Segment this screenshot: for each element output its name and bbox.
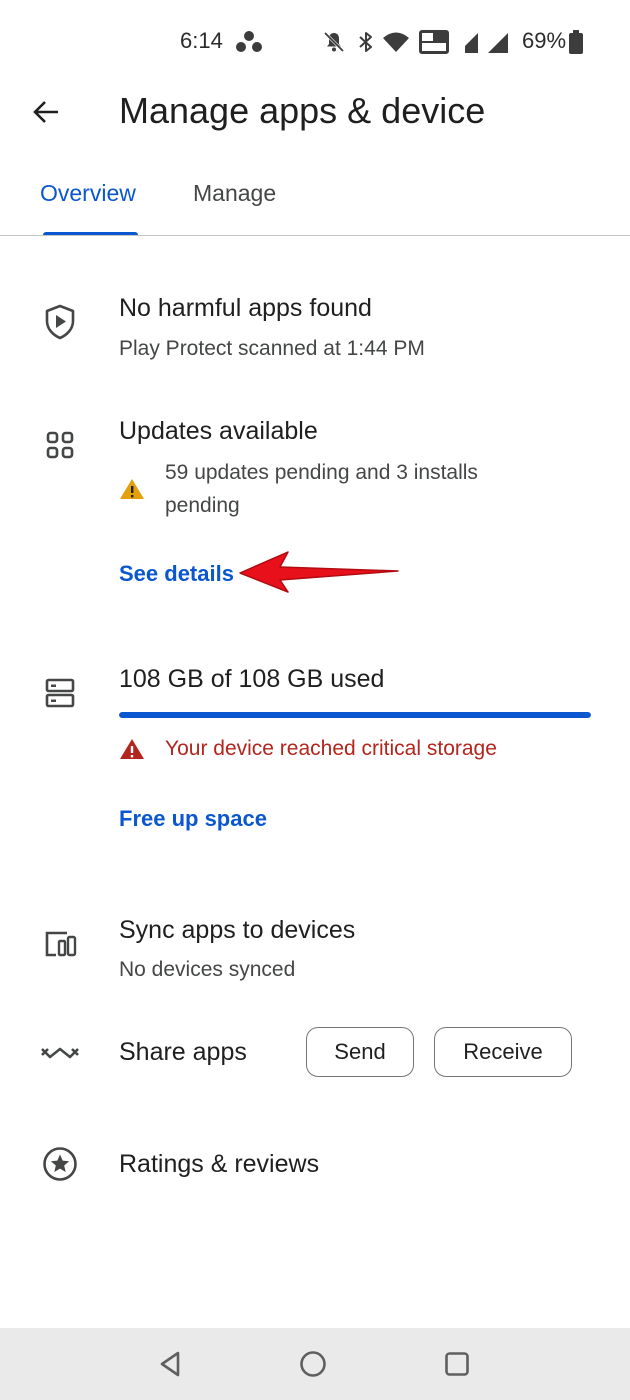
- battery-percent: 69%: [522, 28, 567, 53]
- status-time: 6:14: [180, 28, 223, 53]
- tab-divider: [0, 235, 630, 236]
- updates-warning-line1: 59 updates pending and 3 installs: [165, 461, 478, 484]
- nav-back-button[interactable]: [146, 1340, 194, 1388]
- battery-icon: [567, 29, 585, 55]
- see-details-link[interactable]: See details: [119, 561, 234, 587]
- star-circle-icon: [38, 1142, 82, 1186]
- receive-button[interactable]: Receive: [434, 1027, 572, 1077]
- triangle-back-icon: [160, 1351, 180, 1377]
- storage-progress-fill: [119, 712, 591, 718]
- storage-icon: [38, 671, 82, 715]
- nav-home-button[interactable]: [289, 1340, 337, 1388]
- storage-critical-message: Your device reached critical storage: [165, 737, 497, 760]
- updates-warning-line2: pending: [165, 494, 240, 517]
- bluetooth-icon: [356, 30, 376, 54]
- tab-manage[interactable]: Manage: [193, 180, 276, 207]
- storage-title: 108 GB of 108 GB used: [119, 665, 385, 693]
- play-protect-shield-icon: [38, 300, 82, 344]
- arrow-back-icon: [33, 101, 58, 123]
- circle-home-icon: [300, 1351, 326, 1377]
- storage-progress-bar: [119, 712, 591, 718]
- protect-subtitle: Play Protect scanned at 1:44 PM: [119, 337, 425, 360]
- nav-recents-button[interactable]: [433, 1340, 481, 1388]
- sync-title: Sync apps to devices: [119, 916, 356, 944]
- share-apps-title: Share apps: [119, 1038, 247, 1066]
- send-button[interactable]: Send: [306, 1027, 414, 1077]
- warning-icon: [119, 477, 145, 506]
- back-button[interactable]: [22, 88, 70, 136]
- devices-icon: [38, 922, 82, 966]
- share-apps-icon: [38, 1031, 82, 1075]
- mute-bell-icon: [322, 30, 346, 54]
- wifi-icon: [382, 30, 410, 54]
- signal-icon: [486, 31, 512, 55]
- sync-subtitle: No devices synced: [119, 958, 296, 981]
- status-dots-icon: [234, 30, 264, 54]
- annotation-arrow: [238, 550, 400, 599]
- protect-title: No harmful apps found: [119, 294, 372, 322]
- apps-grid-icon: [38, 423, 82, 467]
- error-icon: [119, 737, 145, 766]
- volte-icon: [418, 29, 450, 55]
- ratings-title[interactable]: Ratings & reviews: [119, 1150, 319, 1179]
- square-recents-icon: [445, 1352, 469, 1376]
- free-up-space-link[interactable]: Free up space: [119, 806, 267, 832]
- page-title: Manage apps & device: [119, 90, 486, 131]
- updates-title: Updates available: [119, 417, 318, 445]
- tab-overview[interactable]: Overview: [40, 180, 136, 207]
- signal-r-icon: [456, 31, 482, 55]
